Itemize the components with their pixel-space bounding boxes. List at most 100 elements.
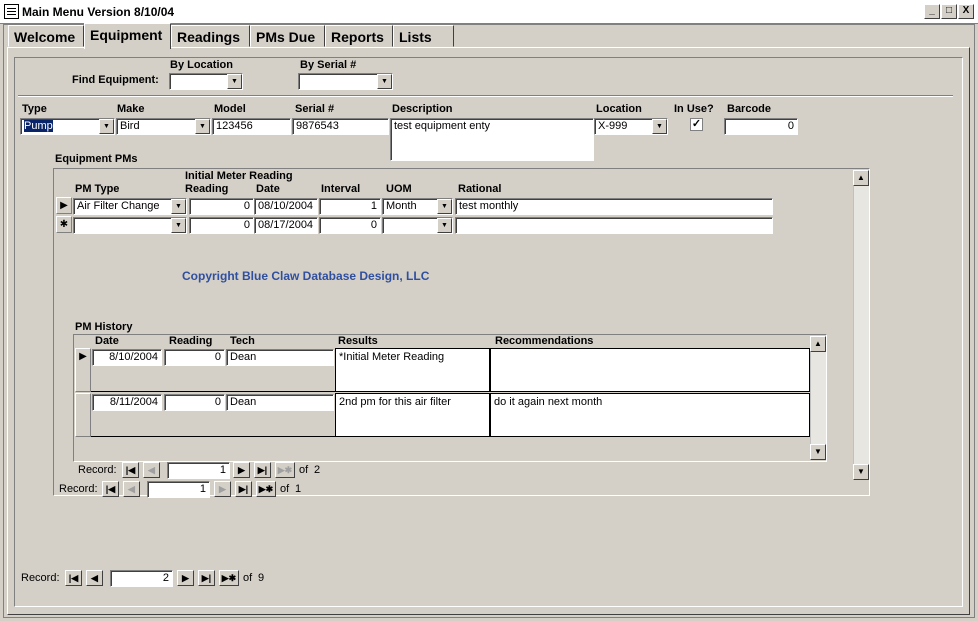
reading-input[interactable]: 0 <box>189 217 254 234</box>
rational-input[interactable]: test monthly <box>455 198 773 215</box>
chevron-down-icon[interactable]: ▼ <box>437 199 452 214</box>
new-record-icon[interactable]: ▶✱ <box>275 462 295 478</box>
chevron-down-icon[interactable]: ▼ <box>195 119 210 134</box>
close-button[interactable]: X <box>958 4 974 19</box>
uom-select[interactable]: Month ▼ <box>382 198 453 215</box>
history-results-input[interactable]: 2nd pm for this air filter <box>335 393 490 437</box>
first-record-icon[interactable]: |◀ <box>65 570 82 586</box>
chevron-down-icon[interactable]: ▼ <box>171 199 186 214</box>
history-reading-input[interactable]: 0 <box>164 349 225 366</box>
interval-input[interactable]: 1 <box>319 198 381 215</box>
history-scrollbar[interactable] <box>810 336 826 460</box>
type-label: Type <box>22 103 47 115</box>
description-label: Description <box>392 103 453 115</box>
chevron-down-icon[interactable]: ▼ <box>377 74 392 89</box>
in-use-checkbox[interactable]: ✓ <box>690 118 703 131</box>
make-label: Make <box>117 103 145 115</box>
uom-select[interactable]: ▼ <box>382 217 453 234</box>
make-select[interactable]: Bird ▼ <box>116 118 211 135</box>
new-record-selector[interactable]: ✱ <box>56 216 72 233</box>
chevron-down-icon[interactable]: ▼ <box>652 119 667 134</box>
next-record-icon[interactable]: ▶ <box>233 462 250 478</box>
by-location-select[interactable]: ▼ <box>169 73 243 90</box>
rational-header: Rational <box>458 183 502 195</box>
history-results-input[interactable]: *Initial Meter Reading <box>335 348 490 392</box>
model-label: Model <box>214 103 246 115</box>
maximize-button[interactable]: □ <box>941 4 957 19</box>
pms-record-number[interactable]: 1 <box>147 481 210 498</box>
next-record-icon[interactable]: ▶ <box>177 570 194 586</box>
pm-type-header: PM Type <box>75 183 120 195</box>
history-recommendations-input[interactable] <box>490 348 810 392</box>
interval-input[interactable]: 0 <box>319 217 381 234</box>
new-record-icon[interactable]: ▶✱ <box>256 481 276 497</box>
location-select[interactable]: X-999 ▼ <box>594 118 668 135</box>
last-record-icon[interactable]: ▶| <box>235 481 252 497</box>
history-record-label: Record: <box>78 464 117 476</box>
last-record-icon[interactable]: ▶| <box>254 462 271 478</box>
history-of-label: of <box>299 464 309 476</box>
tab-equipment[interactable]: Equipment <box>84 23 171 49</box>
scroll-up-icon[interactable]: ▲ <box>853 170 869 186</box>
by-serial-select[interactable]: ▼ <box>298 73 393 90</box>
history-reading-input[interactable]: 0 <box>164 394 225 411</box>
main-record-label: Record: <box>21 572 60 584</box>
serial-input[interactable]: 9876543 <box>292 118 389 135</box>
next-record-icon[interactable]: ▶ <box>214 481 231 497</box>
history-recommendations-input[interactable]: do it again next month <box>490 393 810 437</box>
new-record-icon[interactable]: ▶✱ <box>219 570 239 586</box>
scroll-down-icon[interactable]: ▼ <box>853 464 869 480</box>
tab-readings[interactable]: Readings <box>171 25 250 47</box>
pm-type-select[interactable]: Air Filter Change ▼ <box>73 198 187 215</box>
type-select[interactable]: Pump ▼ <box>20 118 115 135</box>
pms-record-label: Record: <box>59 483 98 495</box>
by-serial-label: By Serial # <box>300 59 357 71</box>
prev-record-icon[interactable]: ◀ <box>143 462 160 478</box>
uom-header: UOM <box>386 183 412 195</box>
first-record-icon[interactable]: |◀ <box>102 481 119 497</box>
history-tech-input[interactable]: Dean <box>226 394 334 411</box>
tab-pms-due[interactable]: PMs Due <box>250 25 325 47</box>
app-icon[interactable] <box>4 4 19 19</box>
copyright-text: Copyright Blue Claw Database Design, LLC <box>182 269 430 283</box>
history-record-number[interactable]: 1 <box>167 462 230 479</box>
tab-reports[interactable]: Reports <box>325 25 393 47</box>
pms-record-total: 1 <box>295 483 302 495</box>
last-record-icon[interactable]: ▶| <box>198 570 215 586</box>
first-record-icon[interactable]: |◀ <box>122 462 139 478</box>
window-title: Main Menu Version 8/10/04 <box>22 5 175 19</box>
chevron-down-icon[interactable]: ▼ <box>437 218 452 233</box>
main-record-number[interactable]: 2 <box>110 570 173 587</box>
history-record-total: 2 <box>314 464 321 476</box>
date-input[interactable]: 08/17/2004 <box>254 217 318 234</box>
pms-scrollbar[interactable] <box>853 170 869 480</box>
tab-lists[interactable]: Lists <box>393 25 454 47</box>
main-of-label: of <box>243 572 253 584</box>
record-selector[interactable]: ▶ <box>75 348 91 392</box>
rational-input[interactable] <box>455 217 773 234</box>
chevron-down-icon[interactable]: ▼ <box>99 119 114 134</box>
history-date-input[interactable]: 8/11/2004 <box>92 394 162 411</box>
pm-type-select[interactable]: ▼ <box>73 217 187 234</box>
description-input[interactable]: test equipment enty <box>390 118 594 161</box>
barcode-input[interactable]: 0 <box>724 118 798 135</box>
chevron-down-icon[interactable]: ▼ <box>171 218 186 233</box>
initial-meter-header: Initial Meter Reading <box>185 170 293 182</box>
history-date-input[interactable]: 8/10/2004 <box>92 349 162 366</box>
chevron-down-icon[interactable]: ▼ <box>227 74 242 89</box>
prev-record-icon[interactable]: ◀ <box>123 481 140 497</box>
model-input[interactable]: 123456 <box>212 118 291 135</box>
record-selector[interactable] <box>75 393 91 437</box>
history-tech-input[interactable]: Dean <box>226 349 334 366</box>
history-results-header: Results <box>338 335 378 347</box>
record-selector[interactable]: ▶ <box>56 197 72 214</box>
scroll-up-icon[interactable]: ▲ <box>810 336 826 352</box>
date-input[interactable]: 08/10/2004 <box>254 198 318 215</box>
prev-record-icon[interactable]: ◀ <box>86 570 103 586</box>
tab-welcome[interactable]: Welcome <box>8 25 84 47</box>
reading-input[interactable]: 0 <box>189 198 254 215</box>
barcode-label: Barcode <box>727 103 772 115</box>
minimize-button[interactable]: _ <box>924 4 940 19</box>
serial-label: Serial # <box>295 103 335 115</box>
scroll-down-icon[interactable]: ▼ <box>810 444 826 460</box>
